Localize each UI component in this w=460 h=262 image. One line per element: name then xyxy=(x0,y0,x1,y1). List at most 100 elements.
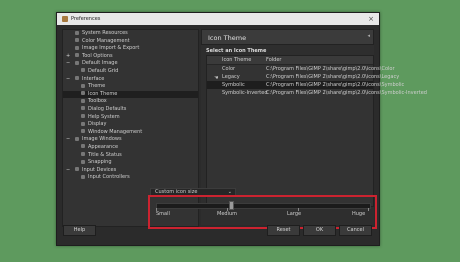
sidebar-item-label: Icon Theme xyxy=(88,90,118,97)
category-icon xyxy=(81,159,85,164)
theme-folder: C:\Program Files\GIMP 2\share\gimp\2.0\i… xyxy=(266,66,395,72)
cancel-button[interactable]: Cancel xyxy=(339,225,372,236)
theme-folder: C:\Program Files\GIMP 2\share\gimp\2.0\i… xyxy=(266,74,400,80)
table-row[interactable]: Color C:\Program Files\GIMP 2\share\gimp\… xyxy=(207,65,395,73)
sidebar-item[interactable]: Window Management xyxy=(63,129,198,137)
sidebar-item-label: Default Grid xyxy=(88,67,119,74)
theme-name: Symbolic xyxy=(222,82,245,88)
sidebar-item[interactable]: Help System xyxy=(63,114,198,122)
sidebar-item-label: Interface xyxy=(82,75,105,82)
title-bar: Preferences × xyxy=(57,13,379,25)
sidebar-item[interactable]: Theme xyxy=(63,83,198,91)
panel-menu-arrow-icon[interactable]: ◂ xyxy=(367,33,370,39)
category-icon xyxy=(75,60,79,65)
slider-label-huge: Huge xyxy=(352,211,366,217)
icon-size-slider-highlight: Small Medium Large Huge xyxy=(148,195,377,229)
preferences-dialog: Preferences × System Resources Color Mana… xyxy=(56,12,427,246)
sidebar-item-label: Appearance xyxy=(88,143,119,150)
icon-theme-table: Icon Theme Folder Color C:\Program Files\… xyxy=(206,55,427,207)
theme-name: Symbolic-Inverted xyxy=(222,90,268,96)
sidebar-item-label: Title & Status xyxy=(88,151,122,158)
expander-icon[interactable]: − xyxy=(66,167,71,175)
sidebar-item[interactable]: Default Grid xyxy=(63,68,198,76)
theme-name: Color xyxy=(222,66,236,72)
sidebar-item[interactable]: Title & Status xyxy=(63,152,198,160)
sidebar-item[interactable]: Display xyxy=(63,121,198,129)
sidebar-item-label: Image Import & Export xyxy=(82,45,140,52)
sidebar-item[interactable]: − Default Image xyxy=(63,60,198,68)
sidebar-item-label: Color Management xyxy=(82,37,130,44)
reset-button[interactable]: Reset xyxy=(267,225,300,236)
sidebar-item-label: Image Windows xyxy=(82,136,122,143)
category-icon xyxy=(81,121,85,126)
sidebar-item[interactable]: Image Import & Export xyxy=(63,45,198,53)
category-icon xyxy=(81,68,85,73)
panel-header: Icon Theme ◂ xyxy=(201,29,374,45)
theme-folder: C:\Program Files\GIMP 2\share\gimp\2.0\i… xyxy=(266,82,405,88)
expander-icon[interactable]: − xyxy=(66,76,71,84)
category-icon xyxy=(81,144,85,149)
sidebar-item[interactable]: Icon Theme xyxy=(63,90,198,99)
sidebar-item-label: Window Management xyxy=(88,128,143,135)
table-row[interactable]: Symbolic-Inverted C:\Program Files\GIMP 2… xyxy=(207,89,427,97)
sidebar-item[interactable]: System Resources xyxy=(63,30,198,38)
sidebar-item[interactable]: − Interface xyxy=(63,76,198,84)
theme-name: Legacy xyxy=(222,74,240,80)
sidebar-item[interactable]: − Image Windows xyxy=(63,136,198,144)
sidebar-item-label: Tool Options xyxy=(82,52,113,59)
sidebar-item[interactable]: − Input Devices xyxy=(63,167,198,175)
close-icon[interactable]: × xyxy=(368,15,374,23)
category-icon xyxy=(81,129,85,134)
sidebar-item[interactable]: Snapping xyxy=(63,159,198,167)
sidebar-item[interactable]: Appearance xyxy=(63,144,198,152)
slider-label-medium: Medium xyxy=(217,211,237,217)
category-icon xyxy=(75,53,79,58)
sidebar-item-label: Toolbox xyxy=(88,98,107,105)
sidebar-item-label: Theme xyxy=(88,83,106,90)
theme-folder: C:\Program Files\GIMP 2\share\gimp\2.0\i… xyxy=(266,90,427,96)
panel-title: Icon Theme xyxy=(208,34,247,42)
sidebar-item[interactable]: Input Controllers xyxy=(63,174,198,182)
window-title: Preferences xyxy=(71,16,101,22)
category-icon xyxy=(81,106,85,111)
sidebar-item-label: Default Image xyxy=(82,60,118,67)
column-header-icon-theme[interactable]: Icon Theme xyxy=(222,56,251,64)
column-header-folder[interactable]: Folder xyxy=(266,56,281,64)
expander-icon[interactable]: − xyxy=(66,136,71,144)
section-label: Select an Icon Theme xyxy=(206,48,267,54)
sidebar-item[interactable]: + Tool Options xyxy=(63,53,198,61)
sidebar-item[interactable]: Dialog Defaults xyxy=(63,106,198,114)
category-icon xyxy=(81,114,85,119)
sidebar-item-label: Input Devices xyxy=(82,166,117,173)
help-button[interactable]: Help xyxy=(63,225,96,236)
slider-label-large: Large xyxy=(287,211,302,217)
category-icon xyxy=(81,152,85,156)
table-row[interactable]: ☚ Legacy C:\Program Files\GIMP 2\share\gim… xyxy=(207,73,399,81)
slider-labels: Small Medium Large Huge xyxy=(154,211,371,219)
category-icon xyxy=(75,38,79,43)
category-icon xyxy=(81,174,85,179)
category-icon xyxy=(81,91,85,96)
category-icon xyxy=(81,98,85,103)
ok-button[interactable]: OK xyxy=(303,225,336,236)
expander-icon[interactable]: − xyxy=(66,60,71,68)
table-row[interactable]: Symbolic C:\Program Files\GIMP 2\share\gi… xyxy=(207,81,404,89)
sidebar-item-label: Snapping xyxy=(88,159,112,166)
expander-icon[interactable]: + xyxy=(66,53,71,61)
sidebar-item-label: Dialog Defaults xyxy=(88,105,127,112)
sidebar-item-label: Help System xyxy=(88,113,120,120)
category-icon xyxy=(75,76,79,81)
sidebar-item-label: Display xyxy=(88,121,107,128)
sidebar-item[interactable]: Toolbox xyxy=(63,98,198,106)
category-icon xyxy=(75,30,79,35)
gimp-app-icon xyxy=(62,16,68,22)
category-icon xyxy=(75,136,79,141)
sidebar-item-label: System Resources xyxy=(82,30,128,36)
slider-label-small: Small xyxy=(156,211,170,217)
sidebar-item[interactable]: Color Management xyxy=(63,38,198,46)
table-header-row: Icon Theme Folder xyxy=(207,56,373,65)
category-icon xyxy=(75,167,79,172)
category-icon xyxy=(75,45,79,50)
sidebar-item-label: Input Controllers xyxy=(88,174,130,181)
category-icon xyxy=(81,83,85,88)
